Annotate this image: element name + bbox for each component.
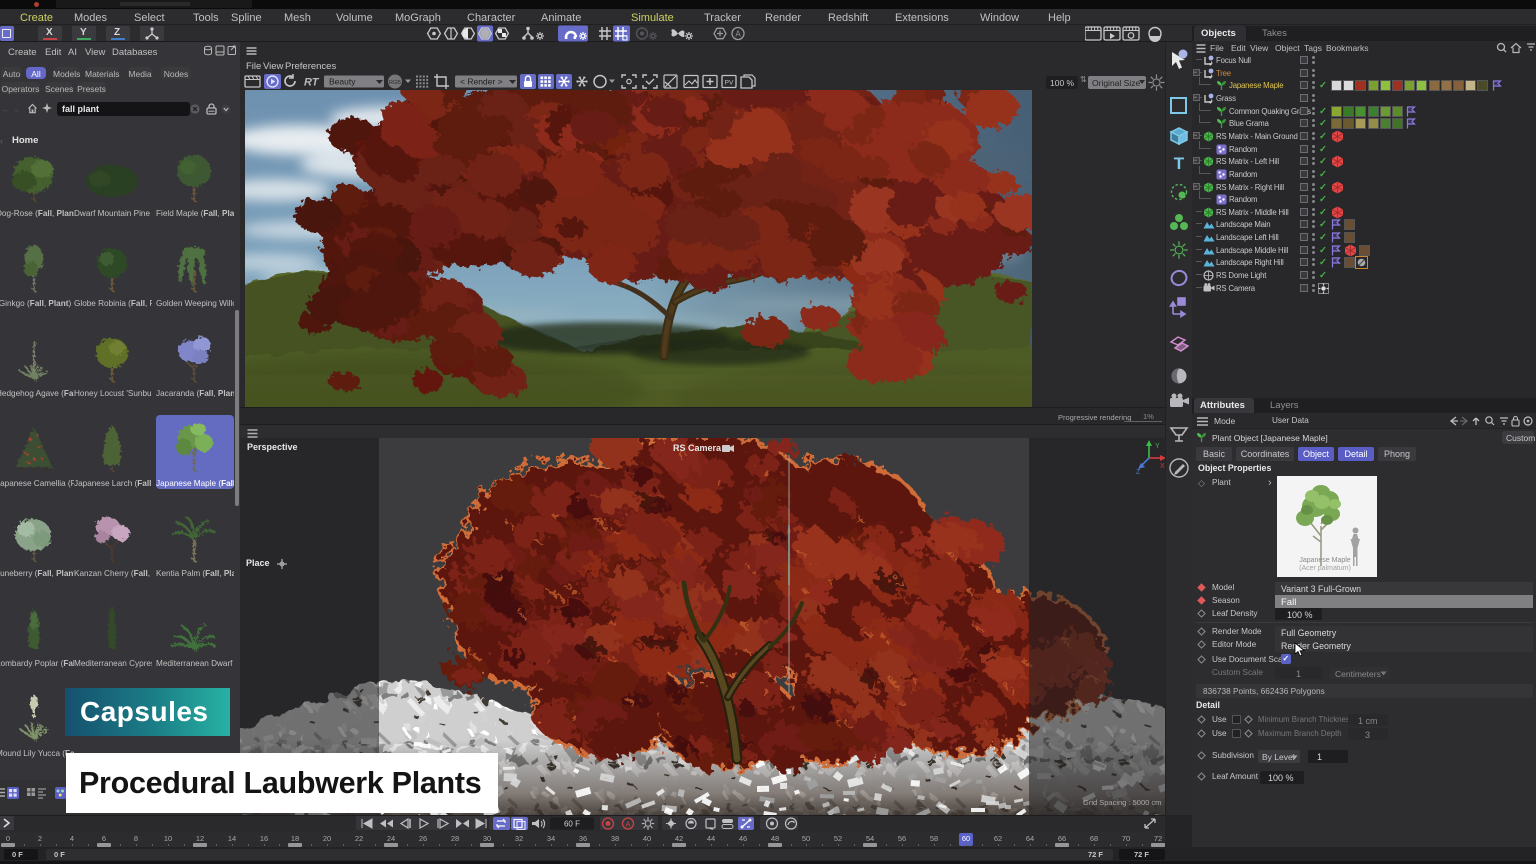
- svg-text:60 F: 60 F: [564, 820, 580, 829]
- svg-text:< Render >: < Render >: [460, 77, 503, 87]
- svg-text:PV: PV: [725, 80, 734, 87]
- svg-text:RT: RT: [304, 77, 320, 89]
- svg-text:(Acer palmatum): (Acer palmatum): [1299, 565, 1351, 572]
- svg-text:A: A: [735, 30, 741, 39]
- svg-text:Beauty: Beauty: [329, 77, 356, 87]
- svg-text:A: A: [625, 820, 630, 829]
- svg-text:Y: Y: [1155, 443, 1160, 450]
- svg-text:Japanese Maple: Japanese Maple: [1299, 557, 1350, 564]
- svg-text:Z: Z: [1136, 469, 1141, 474]
- svg-text:RGB: RGB: [389, 80, 401, 86]
- svg-text:T: T: [1174, 154, 1185, 173]
